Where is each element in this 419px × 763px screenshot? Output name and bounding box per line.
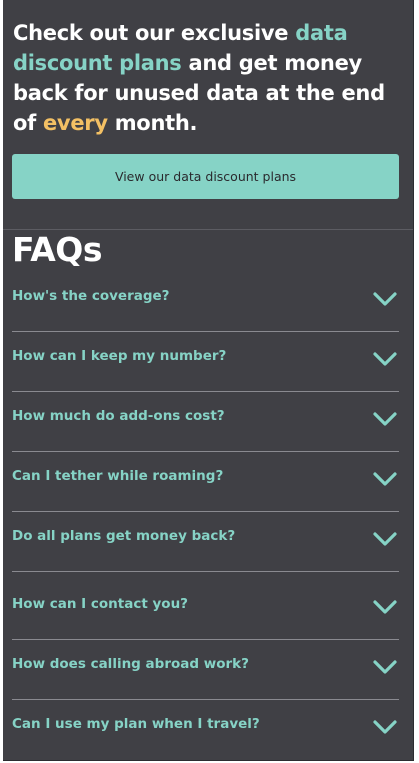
chevron-down-icon[interactable] xyxy=(372,470,398,488)
faq-question: How can I contact you? xyxy=(12,596,189,612)
faq-item-calling-abroad[interactable]: How does calling abroad work? xyxy=(12,640,399,700)
chevron-down-icon[interactable] xyxy=(372,410,398,428)
faq-divider xyxy=(12,571,399,572)
faq-question: Can I tether while roaming? xyxy=(12,468,224,484)
faq-question: How does calling abroad work? xyxy=(12,656,249,672)
faq-item-tether-roaming[interactable]: Can I tether while roaming? xyxy=(12,452,399,512)
faq-question: How can I keep my number? xyxy=(12,348,227,364)
chevron-down-icon[interactable] xyxy=(372,290,398,308)
chevron-down-icon[interactable] xyxy=(372,718,398,736)
faq-question: How's the coverage? xyxy=(12,288,170,304)
faq-item-money-back[interactable]: Do all plans get money back? xyxy=(12,512,399,572)
faq-question: Can I use my plan when I travel? xyxy=(12,716,260,732)
chevron-down-icon[interactable] xyxy=(372,598,398,616)
faq-item-travel[interactable]: Can I use my plan when I travel? xyxy=(12,700,399,760)
faq-list: How's the coverage? How can I keep my nu… xyxy=(3,0,413,760)
faq-question: How much do add-ons cost? xyxy=(12,408,225,424)
chevron-down-icon[interactable] xyxy=(372,658,398,676)
faq-item-add-ons-cost[interactable]: How much do add-ons cost? xyxy=(12,392,399,452)
faq-item-contact[interactable]: How can I contact you? xyxy=(12,580,399,640)
chevron-down-icon[interactable] xyxy=(372,350,398,368)
faq-question: Do all plans get money back? xyxy=(12,528,236,544)
page-container: Check out our exclusive data discount pl… xyxy=(3,0,414,761)
chevron-down-icon[interactable] xyxy=(372,530,398,548)
faq-item-keep-number[interactable]: How can I keep my number? xyxy=(12,332,399,392)
faq-item-coverage[interactable]: How's the coverage? xyxy=(12,272,399,332)
